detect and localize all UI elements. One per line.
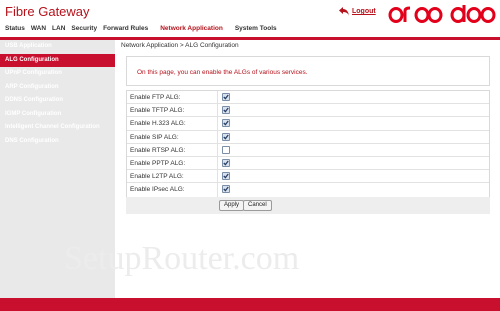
sidebar-item-ddns-configuration[interactable]: DDNS Configuration: [0, 94, 115, 108]
column-divider: [217, 143, 218, 156]
alg-settings-table: Enable FTP ALG: Enable TFTP ALG: Enable H.…: [126, 90, 490, 198]
logout-arrow-icon: [339, 7, 349, 16]
alg-row: Enable L2TP ALG:: [127, 170, 489, 184]
alg-label: Enable TFTP ALG:: [130, 107, 185, 115]
sidebar-item-arp-configuration[interactable]: ARP Configuration: [0, 81, 115, 95]
sidebar-item-alg-configuration[interactable]: ALG Configuration: [0, 53, 115, 67]
sidebar-item-dns-configuration[interactable]: DNS Configuration: [0, 135, 115, 149]
page-description: On this page, you can enable the ALGs of…: [137, 69, 308, 76]
alg-row: Enable TFTP ALG:: [127, 104, 489, 118]
nav-network-application[interactable]: Network Application: [160, 25, 223, 36]
alg-checkbox[interactable]: [222, 106, 230, 115]
checkmark-icon: [223, 134, 229, 140]
sidebar-item-intelligent-channel-configuration[interactable]: Intelligent Channel Configuration: [0, 121, 115, 135]
checkmark-icon: [223, 120, 229, 126]
sidebar-item-upnp-configuration[interactable]: UPnP Configuration: [0, 67, 115, 81]
nav-wan[interactable]: WAN: [31, 25, 46, 36]
alg-row: Enable PPTP ALG:: [127, 156, 489, 171]
nav-status[interactable]: Status: [5, 25, 25, 36]
alg-row: Enable RTSP ALG:: [127, 143, 489, 157]
footer-bar: [0, 298, 500, 311]
alg-label: Enable H.323 ALG:: [130, 120, 186, 128]
alg-checkbox[interactable]: [222, 158, 230, 167]
apply-button[interactable]: Apply: [219, 200, 245, 211]
checkmark-icon: [223, 107, 229, 113]
alg-row: Enable SIP ALG:: [127, 130, 489, 144]
checkmark-icon: [223, 186, 229, 192]
breadcrumb: Network Application > ALG Configuration: [121, 42, 239, 49]
column-divider: [217, 117, 218, 130]
column-divider: [217, 183, 218, 197]
nav-forward-rules[interactable]: Forward Rules: [103, 25, 148, 36]
logout-button[interactable]: Logout: [338, 6, 376, 17]
app-title: Fibre Gateway: [5, 4, 90, 19]
alg-checkbox[interactable]: [222, 119, 230, 128]
cancel-button[interactable]: Cancel: [243, 200, 272, 211]
nav-system-tools[interactable]: System Tools: [235, 25, 277, 36]
alg-label: Enable SIP ALG:: [130, 133, 179, 141]
top-navigation: Status WAN LAN Security Forward Rules Ne…: [5, 25, 277, 36]
sidebar-item-igmp-configuration[interactable]: IGMP Configuration: [0, 108, 115, 122]
column-divider: [217, 156, 218, 170]
checkmark-icon: [223, 160, 229, 166]
watermark: SetupRouter.com: [64, 240, 300, 277]
button-bar: Apply Cancel: [126, 197, 490, 214]
nav-security[interactable]: Security: [71, 25, 97, 36]
alg-label: Enable IPsec ALG:: [130, 186, 185, 194]
alg-checkbox[interactable]: [222, 185, 230, 194]
alg-label: Enable PPTP ALG:: [130, 159, 186, 167]
alg-row: Enable FTP ALG:: [127, 91, 489, 105]
ooredoo-logo: [388, 5, 496, 23]
column-divider: [217, 130, 218, 143]
alg-row: Enable IPsec ALG:: [127, 183, 489, 197]
alg-label: Enable L2TP ALG:: [130, 173, 184, 181]
alg-row: Enable H.323 ALG:: [127, 117, 489, 131]
alg-checkbox[interactable]: [222, 93, 230, 101]
column-divider: [217, 170, 218, 183]
alg-label: Enable FTP ALG:: [130, 94, 181, 101]
sidebar-item-usb-application[interactable]: USB Application: [0, 40, 115, 54]
nav-lan[interactable]: LAN: [52, 25, 65, 36]
checkmark-icon: [223, 173, 229, 179]
column-divider: [217, 104, 218, 117]
alg-checkbox[interactable]: [222, 172, 230, 181]
alg-checkbox[interactable]: [222, 145, 230, 154]
checkmark-icon: [223, 94, 229, 100]
description-panel: On this page, you can enable the ALGs of…: [126, 56, 490, 86]
alg-label: Enable RTSP ALG:: [130, 146, 186, 154]
logout-label: Logout: [352, 8, 376, 15]
alg-checkbox[interactable]: [222, 132, 230, 141]
column-divider: [217, 91, 218, 104]
